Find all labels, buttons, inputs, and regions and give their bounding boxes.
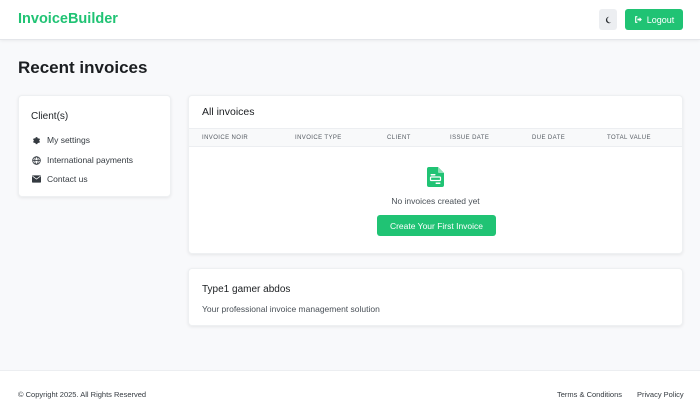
terms-link[interactable]: Terms & Conditions (557, 390, 622, 399)
empty-state-text: No invoices created yet (391, 196, 480, 206)
invoice-file-icon (427, 167, 444, 187)
sidebar: Client(s) My settings International paym… (18, 95, 171, 197)
logout-icon (634, 16, 642, 23)
column-header[interactable]: DUE DATE (532, 135, 565, 141)
sidebar-item-label: Contact us (47, 174, 88, 184)
info-subtitle: Your professional invoice management sol… (202, 304, 380, 314)
theme-toggle-button[interactable] (599, 9, 617, 30)
page-title: Recent invoices (18, 58, 148, 77)
sidebar-item-settings[interactable]: My settings (31, 134, 90, 146)
invoices-card: All invoices INVOICE NOIR INVOICE TYPE C… (188, 95, 683, 254)
envelope-icon (31, 174, 41, 184)
privacy-link[interactable]: Privacy Policy (637, 390, 684, 399)
moon-icon (605, 16, 612, 23)
navbar: InvoiceBuilder Logout (0, 0, 700, 40)
info-title: Type1 gamer abdos (202, 284, 291, 295)
footer: © Copyright 2025. All Rights Reserved Te… (0, 370, 700, 416)
invoices-card-title: All invoices (202, 106, 255, 118)
create-first-invoice-button[interactable]: Create Your First Invoice (377, 215, 496, 236)
sidebar-title: Client(s) (31, 111, 69, 122)
logout-label: Logout (646, 14, 675, 25)
invoices-table-header: INVOICE NOIR INVOICE TYPE CLIENT ISSUE D… (189, 128, 682, 147)
column-header[interactable]: ISSUE DATE (450, 135, 489, 141)
column-header[interactable]: TOTAL VALUE (607, 135, 651, 141)
column-header[interactable]: INVOICE NOIR (202, 135, 248, 141)
logout-button[interactable]: Logout (625, 9, 683, 30)
sidebar-item-international-payments[interactable]: International payments (31, 154, 133, 166)
column-header[interactable]: INVOICE TYPE (295, 135, 342, 141)
sidebar-item-contact[interactable]: Contact us (31, 173, 88, 185)
column-header[interactable]: CLIENT (387, 135, 411, 141)
gear-icon (31, 135, 41, 145)
brand-logo[interactable]: InvoiceBuilder (18, 11, 118, 27)
globe-icon (31, 155, 41, 165)
sidebar-item-label: International payments (47, 155, 133, 165)
info-card: Type1 gamer abdos Your professional invo… (188, 268, 683, 326)
copyright-text: © Copyright 2025. All Rights Reserved (18, 390, 147, 399)
sidebar-item-label: My settings (47, 135, 90, 145)
